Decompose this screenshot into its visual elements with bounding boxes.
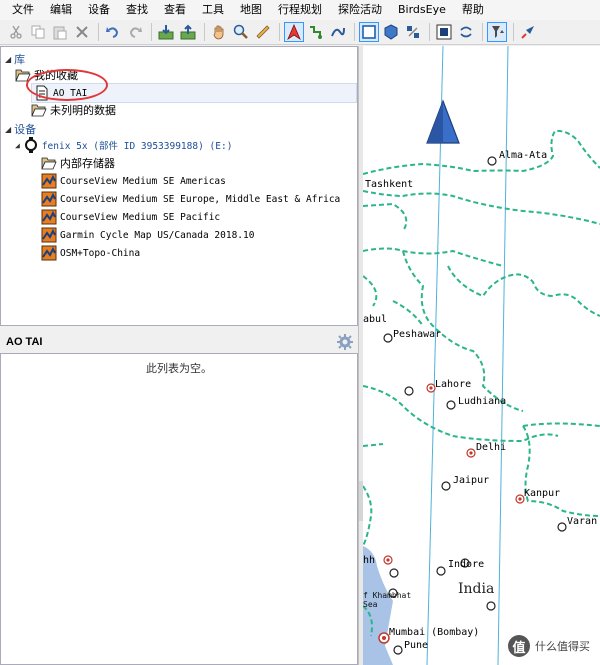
menu-birdseye[interactable]: BirdsEye (390, 0, 454, 20)
details-title: AO TAI (6, 336, 43, 348)
menu-device[interactable]: 设备 (80, 0, 118, 20)
library-tree-pane: ◢ 库 我的收藏 AO TAI 未列明的数据 ◢ 设备 ◢ fenix 5x (… (0, 46, 358, 326)
overlay-icon[interactable] (434, 22, 454, 42)
map-view-icon[interactable] (359, 22, 379, 42)
menu-tools[interactable]: 工具 (194, 0, 232, 20)
country-label: India (458, 581, 495, 597)
menu-find[interactable]: 查找 (118, 0, 156, 20)
map-product-icon (41, 191, 57, 207)
tree-item-device[interactable]: ◢ fenix 5x (部件 ID 3953399188) (E:) (15, 137, 232, 153)
toolbar-separator (204, 23, 205, 41)
toolbar (0, 20, 600, 45)
details-list-panel: 此列表为空。 (0, 353, 358, 665)
tree-item-internal-storage[interactable]: 内部存储器 (41, 155, 115, 171)
toolbar-separator (482, 23, 483, 41)
open-folder-icon (31, 104, 47, 117)
toolbar-separator (279, 23, 280, 41)
devices-section[interactable]: ◢ 设备 (5, 121, 36, 137)
menu-file[interactable]: 文件 (0, 0, 42, 20)
city-label: Alma-Ata (499, 150, 548, 161)
empty-list-message: 此列表为空。 (146, 362, 212, 375)
menu-trip-planning[interactable]: 行程规划 (270, 0, 330, 20)
toolbar-separator (354, 23, 355, 41)
map-canvas (363, 46, 600, 665)
redo-icon[interactable] (125, 22, 145, 42)
city-label: Mumbai (Bombay) (389, 627, 480, 638)
city-label: Tashkent (365, 179, 414, 190)
receive-from-device-icon[interactable] (156, 22, 176, 42)
tree-item-ao-tai[interactable]: AO TAI (31, 83, 357, 103)
satellite-view-icon[interactable] (403, 22, 423, 42)
city-label: Delhi (476, 442, 507, 453)
collapse-triangle-icon[interactable]: ◢ (15, 141, 20, 150)
tree-item-my-collection[interactable]: 我的收藏 (15, 67, 78, 83)
sea-label: f Khambhat Sea (363, 591, 412, 609)
toolbar-separator (151, 23, 152, 41)
menu-help[interactable]: 帮助 (454, 0, 492, 20)
watermark-logo-icon: 值 (508, 635, 530, 657)
hand-tool-icon[interactable] (209, 22, 229, 42)
delete-icon[interactable] (72, 22, 92, 42)
cut-icon[interactable] (6, 22, 26, 42)
menu-bar: 文件 编辑 设备 查找 查看 工具 地图 行程规划 探险活动 BirdsEye … (0, 0, 600, 20)
map-product-icon (41, 209, 57, 225)
sync-icon[interactable] (456, 22, 476, 42)
map-product-icon (41, 173, 57, 189)
tree-item-map[interactable]: CourseView Medium SE Americas (41, 173, 226, 189)
city-label: Kanpur (524, 488, 561, 499)
city-label: Varan (567, 516, 598, 527)
details-header: AO TAI (0, 331, 358, 353)
map-product-icon (41, 227, 57, 243)
tree-item-unlisted-data[interactable]: 未列明的数据 (31, 102, 116, 118)
city-label: abul (363, 314, 388, 325)
profile-tool-icon[interactable] (328, 22, 348, 42)
city-label: Ludhiana (458, 396, 507, 407)
tree-item-map[interactable]: Garmin Cycle Map US/Canada 2018.10 (41, 227, 254, 243)
toolbar-separator (513, 23, 514, 41)
open-folder-icon (15, 69, 31, 82)
gear-icon[interactable] (336, 333, 354, 351)
route-tool-icon[interactable] (284, 22, 304, 42)
watch-icon (24, 137, 37, 153)
menu-edit[interactable]: 编辑 (42, 0, 80, 20)
library-section[interactable]: ◢ 库 (5, 51, 25, 67)
paste-icon[interactable] (50, 22, 70, 42)
grid-line (497, 46, 509, 665)
city-label: Pune (404, 640, 429, 651)
waypoint-tool-icon[interactable] (306, 22, 326, 42)
open-folder-icon (41, 157, 57, 170)
collapse-triangle-icon[interactable]: ◢ (5, 55, 11, 64)
map-view[interactable]: Alma-Ata Tashkent abul Peshawar Lahore L… (363, 46, 600, 665)
menu-map[interactable]: 地图 (232, 0, 270, 20)
tree-item-map[interactable]: OSM+Topo-China (41, 245, 140, 261)
collapse-triangle-icon[interactable]: ◢ (5, 125, 11, 134)
launch-icon[interactable] (518, 22, 538, 42)
send-to-device-icon[interactable] (178, 22, 198, 42)
city-label: hh (363, 555, 376, 566)
3d-view-icon[interactable] (381, 22, 401, 42)
document-icon (36, 85, 48, 101)
toolbar-separator (429, 23, 430, 41)
zoom-tool-icon[interactable] (231, 22, 251, 42)
watermark: 值 什么值得买 (508, 635, 590, 657)
tree-item-map[interactable]: CourseView Medium SE Pacific (41, 209, 220, 225)
measure-tool-icon[interactable] (253, 22, 273, 42)
city-label: Lahore (435, 379, 472, 390)
copy-icon[interactable] (28, 22, 48, 42)
filter-icon[interactable] (487, 22, 507, 42)
undo-icon[interactable] (103, 22, 123, 42)
tree-item-map[interactable]: CourseView Medium SE Europe, Middle East… (41, 191, 340, 207)
menu-view[interactable]: 查看 (156, 0, 194, 20)
city-label: Jaipur (453, 475, 490, 486)
toolbar-separator (98, 23, 99, 41)
city-label: Indore (448, 559, 485, 570)
map-product-icon (41, 245, 57, 261)
city-label: Peshawar (393, 329, 442, 340)
menu-adventures[interactable]: 探险活动 (330, 0, 390, 20)
